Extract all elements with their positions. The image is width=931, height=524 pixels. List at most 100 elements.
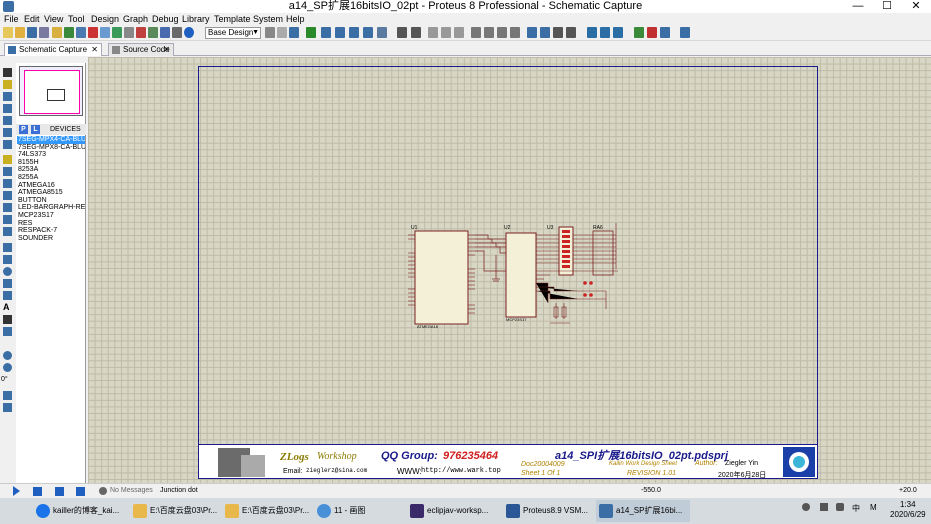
- component-mode-icon[interactable]: [3, 80, 12, 89]
- zoom-fit-icon[interactable]: [377, 27, 387, 38]
- list-item[interactable]: 7SEG-MPX8-CA-BLUE: [17, 144, 85, 152]
- path-2d-icon[interactable]: [3, 291, 12, 300]
- list-item[interactable]: MCP23S17: [17, 212, 85, 220]
- menu-file[interactable]: File: [4, 13, 19, 25]
- push-buttons[interactable]: [583, 281, 593, 297]
- help-icon[interactable]: [184, 27, 194, 38]
- close-icon[interactable]: ✕: [163, 44, 170, 56]
- network-icon[interactable]: [802, 503, 810, 511]
- refresh-icon[interactable]: [265, 27, 275, 38]
- arc-2d-icon[interactable]: [3, 279, 12, 288]
- undo-icon[interactable]: [397, 27, 407, 38]
- menu-design[interactable]: Design: [91, 13, 119, 25]
- block-delete-icon[interactable]: [510, 27, 520, 38]
- home-icon[interactable]: [52, 27, 62, 38]
- volume-icon[interactable]: [836, 503, 844, 511]
- list-item[interactable]: LED-BARGRAPH-RED: [17, 204, 85, 212]
- taskbar-item-paint[interactable]: 11 - 画图: [314, 500, 402, 522]
- marker-2d-icon[interactable]: [3, 327, 12, 336]
- property-assign-icon[interactable]: [613, 27, 623, 38]
- taskbar-item-explorer-2[interactable]: E:\百度云盘03\Pr...: [222, 500, 310, 522]
- list-item[interactable]: RES: [17, 220, 85, 228]
- stop-icon[interactable]: [88, 27, 98, 38]
- design-select[interactable]: Base Design ▼: [205, 27, 261, 39]
- u2-io-expander[interactable]: [505, 232, 537, 318]
- wire-autorouter-icon[interactable]: [587, 27, 597, 38]
- exit-to-parent-icon[interactable]: [660, 27, 670, 38]
- origin-icon[interactable]: [289, 27, 299, 38]
- taskbar-item-word[interactable]: Proteus8.9 VSM...: [503, 500, 591, 522]
- voltage-probe-icon[interactable]: [3, 215, 12, 224]
- play-icon[interactable]: [13, 486, 20, 496]
- schematic-icon[interactable]: [64, 27, 74, 38]
- overview-window[interactable]: [19, 66, 83, 116]
- netlist-icon[interactable]: [680, 27, 690, 38]
- save-icon[interactable]: [27, 27, 37, 38]
- new-sheet-icon[interactable]: [634, 27, 644, 38]
- generator-icon[interactable]: [3, 203, 12, 212]
- make-device-icon[interactable]: [540, 27, 550, 38]
- ime-mode[interactable]: M: [870, 503, 877, 512]
- taskbar-item-explorer-1[interactable]: E:\百度云盘03\Pr...: [130, 500, 218, 522]
- taskbar-clock[interactable]: 1:34 2020/6/29: [890, 500, 926, 520]
- decompose-icon[interactable]: [566, 27, 576, 38]
- gerber-icon[interactable]: [100, 27, 110, 38]
- menu-system[interactable]: System: [253, 13, 283, 25]
- messages-status[interactable]: No Messages: [110, 487, 153, 494]
- close-project-icon[interactable]: [39, 27, 49, 38]
- graph-icon[interactable]: [3, 179, 12, 188]
- selection-mode-icon[interactable]: [3, 68, 12, 77]
- close-button[interactable]: ✕: [902, 0, 930, 13]
- list-item[interactable]: ATMEGA8515: [17, 189, 85, 197]
- menu-graph[interactable]: Graph: [123, 13, 148, 25]
- design-explorer-icon[interactable]: [172, 27, 182, 38]
- list-item[interactable]: 8155H: [17, 159, 85, 167]
- vsm-icon[interactable]: [160, 27, 170, 38]
- ra6-resistor-pack[interactable]: [592, 230, 614, 276]
- list-item[interactable]: 74LS373: [17, 151, 85, 159]
- menu-view[interactable]: View: [44, 13, 63, 25]
- junction-dot-icon[interactable]: [3, 92, 12, 101]
- symbol-2d-icon[interactable]: [3, 315, 12, 324]
- menu-help[interactable]: Help: [286, 13, 305, 25]
- bom-icon[interactable]: [124, 27, 134, 38]
- pause-icon[interactable]: [55, 487, 64, 496]
- menu-tool[interactable]: Tool: [68, 13, 85, 25]
- block-move-icon[interactable]: [484, 27, 494, 38]
- ime-indicator[interactable]: 中: [852, 503, 860, 514]
- menu-template[interactable]: Template: [214, 13, 251, 25]
- open-folder-icon[interactable]: [15, 27, 25, 38]
- circle-2d-icon[interactable]: [3, 267, 12, 276]
- text-script-icon[interactable]: [3, 116, 12, 125]
- tab-schematic-capture[interactable]: Schematic Capture ✕: [4, 43, 102, 56]
- taskbar-item-browser[interactable]: kailler的博客_kai...: [33, 500, 126, 522]
- zoom-out-icon[interactable]: [335, 27, 345, 38]
- pan-icon[interactable]: [306, 27, 316, 38]
- maximize-button[interactable]: ☐: [873, 0, 901, 13]
- stop-sim-icon[interactable]: [76, 487, 85, 496]
- new-file-icon[interactable]: [3, 27, 13, 38]
- pick-device-icon[interactable]: [527, 27, 537, 38]
- paste-icon[interactable]: [454, 27, 464, 38]
- rotate-ccw-icon[interactable]: [3, 363, 12, 372]
- block-copy-icon[interactable]: [471, 27, 481, 38]
- block-rotate-icon[interactable]: [497, 27, 507, 38]
- pick-devices-button[interactable]: P: [19, 125, 28, 134]
- tape-recorder-icon[interactable]: [3, 191, 12, 200]
- virtual-instrument-icon[interactable]: [3, 227, 12, 236]
- line-2d-icon[interactable]: [3, 243, 12, 252]
- list-item[interactable]: 8253A: [17, 166, 85, 174]
- list-item[interactable]: ATMEGA16: [17, 182, 85, 190]
- zoom-all-icon[interactable]: [349, 27, 359, 38]
- list-item[interactable]: 7SEG-MPX4-CA-BLUE: [17, 136, 85, 144]
- battery-icon[interactable]: [820, 503, 828, 511]
- rotate-cw-icon[interactable]: [3, 351, 12, 360]
- schematic-canvas[interactable]: U1 ATMEGA16 U2 MCP23S17 U3 RA6 ZLogs Wor…: [88, 57, 931, 483]
- taskbar-item-proteus[interactable]: a14_SP扩展16bi...: [596, 500, 690, 522]
- close-icon[interactable]: ✕: [91, 44, 98, 56]
- minimize-button[interactable]: —: [844, 0, 872, 13]
- mirror-x-icon[interactable]: [3, 391, 12, 400]
- 3d-view-icon[interactable]: [112, 27, 122, 38]
- list-item[interactable]: 8255A: [17, 174, 85, 182]
- list-item[interactable]: SOUNDER: [17, 235, 85, 243]
